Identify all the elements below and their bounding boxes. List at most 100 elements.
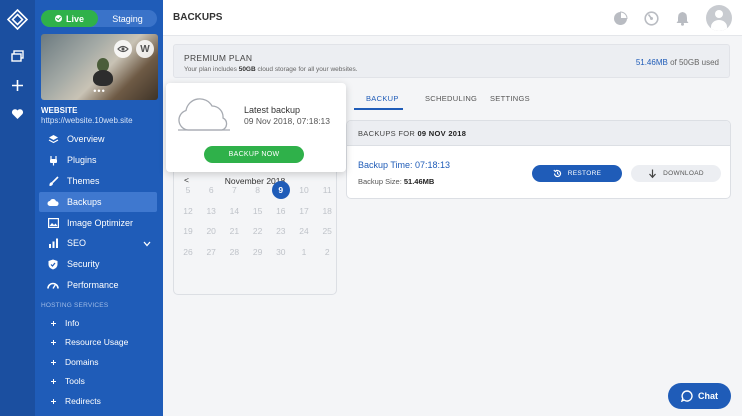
eye-icon[interactable] — [114, 40, 132, 58]
plus-bullet-icon — [51, 359, 56, 365]
calendar-day[interactable]: 6 — [202, 181, 220, 199]
calendar-day[interactable]: 28 — [225, 243, 243, 261]
sidebar-item-performance[interactable]: Performance — [39, 275, 157, 295]
page-title: BACKUPS — [173, 12, 223, 23]
bell-icon[interactable] — [674, 10, 690, 26]
hosting-services-label: HOSTING SERVICES — [41, 302, 109, 309]
calendar-day[interactable]: 11 — [318, 181, 336, 199]
heart-tag-icon[interactable] — [0, 102, 35, 126]
thumbnail-dots: ••• — [93, 86, 106, 96]
sidebar-item-overview[interactable]: Overview — [39, 129, 157, 149]
avatar-head — [715, 10, 723, 18]
calendar-day[interactable]: 2 — [318, 243, 336, 261]
sidebar-item-seo[interactable]: SEO — [39, 233, 157, 253]
plus-bullet-icon — [51, 339, 56, 345]
sidebar: Live Staging W ••• WEBSITE https://websi… — [35, 0, 163, 416]
calendar-day[interactable]: 14 — [225, 202, 243, 220]
calendar-day[interactable]: 1 — [295, 243, 313, 261]
speed-gauge-icon[interactable] — [643, 10, 659, 26]
sidebar-item-resource-usage[interactable]: Resource Usage — [39, 333, 157, 351]
shield-icon — [47, 258, 59, 270]
sidebar-item-domains[interactable]: Domains — [39, 353, 157, 371]
calendar-day[interactable]: 13 — [202, 202, 220, 220]
site-label: WEBSITE — [41, 106, 78, 115]
sidebar-item-tools[interactable]: Tools — [39, 372, 157, 390]
logo-icon[interactable] — [7, 9, 28, 30]
cloud-icon — [47, 196, 59, 208]
active-tab-underline — [354, 108, 403, 110]
top-bar: BACKUPS — [163, 0, 742, 36]
wordpress-icon[interactable]: W — [136, 40, 154, 58]
plus-icon[interactable] — [0, 73, 35, 97]
calendar-day[interactable]: 18 — [318, 202, 336, 220]
left-rail — [0, 0, 35, 416]
check-icon — [54, 15, 62, 22]
tab-backup[interactable]: BACKUP — [366, 94, 399, 103]
calendar-day[interactable]: 29 — [249, 243, 267, 261]
brush-icon — [47, 175, 59, 187]
cloud-icon — [178, 98, 230, 131]
sites-icon[interactable] — [0, 44, 35, 68]
plus-bullet-icon — [51, 378, 56, 384]
plan-title: PREMIUM PLAN — [184, 53, 253, 63]
user-avatar[interactable] — [706, 5, 732, 31]
calendar-day[interactable]: 20 — [202, 222, 220, 240]
plus-bullet-icon — [51, 320, 56, 326]
env-live-button[interactable]: Live — [41, 10, 98, 27]
plan-description: Your plan includes 50GB cloud storage fo… — [184, 66, 358, 73]
tab-settings[interactable]: SETTINGS — [490, 94, 530, 103]
calendar-day[interactable]: 22 — [249, 222, 267, 240]
storage-usage: 51.46MB of 50GB used — [635, 58, 719, 67]
calendar-day[interactable]: 19 — [179, 222, 197, 240]
calendar-day[interactable]: 25 — [318, 222, 336, 240]
plan-banner: PREMIUM PLAN Your plan includes 50GB clo… — [173, 44, 730, 78]
bar-chart-icon — [47, 237, 59, 249]
env-staging-button[interactable]: Staging — [98, 10, 157, 27]
plugin-icon — [47, 154, 59, 166]
calendar-day[interactable]: 27 — [202, 243, 220, 261]
latest-backup-date: 09 Nov 2018, 07:18:13 — [244, 116, 331, 126]
backup-time[interactable]: Backup Time: 07:18:13 — [358, 160, 450, 170]
sidebar-item-backups[interactable]: Backups — [39, 192, 157, 212]
site-url[interactable]: https://website.10web.site — [41, 116, 133, 125]
calendar-day[interactable]: 23 — [272, 222, 290, 240]
download-icon — [648, 169, 657, 179]
tab-scheduling[interactable]: SCHEDULING — [425, 94, 477, 103]
latest-backup-popup: Latest backup 09 Nov 2018, 07:18:13 BACK… — [166, 83, 346, 172]
environment-toggle[interactable]: Live Staging — [41, 10, 157, 27]
backup-now-button[interactable]: BACKUP NOW — [204, 146, 304, 163]
calendar-day[interactable]: 8 — [249, 181, 267, 199]
calendar-day[interactable]: 7 — [225, 181, 243, 199]
sidebar-item-info[interactable]: Info — [39, 314, 157, 332]
restore-icon — [553, 169, 562, 178]
latest-backup-title: Latest backup — [244, 105, 301, 115]
image-icon — [47, 217, 59, 229]
sidebar-item-themes[interactable]: Themes — [39, 171, 157, 191]
sidebar-item-plugins[interactable]: Plugins — [39, 150, 157, 170]
pie-chart-icon[interactable] — [612, 10, 628, 26]
calendar-day[interactable]: 15 — [249, 202, 267, 220]
calendar-day[interactable]: 5 — [179, 181, 197, 199]
calendar-day[interactable]: 10 — [295, 181, 313, 199]
download-button[interactable]: DOWNLOAD — [631, 165, 721, 182]
calendar-day[interactable]: 12 — [179, 202, 197, 220]
calendar-day[interactable]: 21 — [225, 222, 243, 240]
sidebar-item-redirects[interactable]: Redirects — [39, 392, 157, 410]
website-thumbnail[interactable]: W ••• — [41, 34, 158, 100]
calendar-day[interactable]: 26 — [179, 243, 197, 261]
calendar-day[interactable]: 17 — [295, 202, 313, 220]
sidebar-item-image-optimizer[interactable]: Image Optimizer — [39, 213, 157, 233]
backup-size: Backup Size: 51.46MB — [358, 177, 435, 186]
chat-button[interactable]: Chat — [668, 383, 731, 409]
backups-card-header: BACKUPS FOR 09 NOV 2018 — [347, 121, 730, 146]
restore-button[interactable]: RESTORE — [532, 165, 622, 182]
calendar-day[interactable]: 24 — [295, 222, 313, 240]
backups-card: BACKUPS FOR 09 NOV 2018 Backup Time: 07:… — [346, 120, 731, 199]
overview-icon — [47, 133, 59, 145]
avatar-body — [711, 20, 727, 31]
calendar-day[interactable]: 16 — [272, 202, 290, 220]
calendar-day-selected[interactable]: 9 — [271, 180, 290, 199]
calendar-day[interactable]: 30 — [272, 243, 290, 261]
chevron-down-icon[interactable] — [143, 239, 151, 249]
sidebar-item-security[interactable]: Security — [39, 254, 157, 274]
